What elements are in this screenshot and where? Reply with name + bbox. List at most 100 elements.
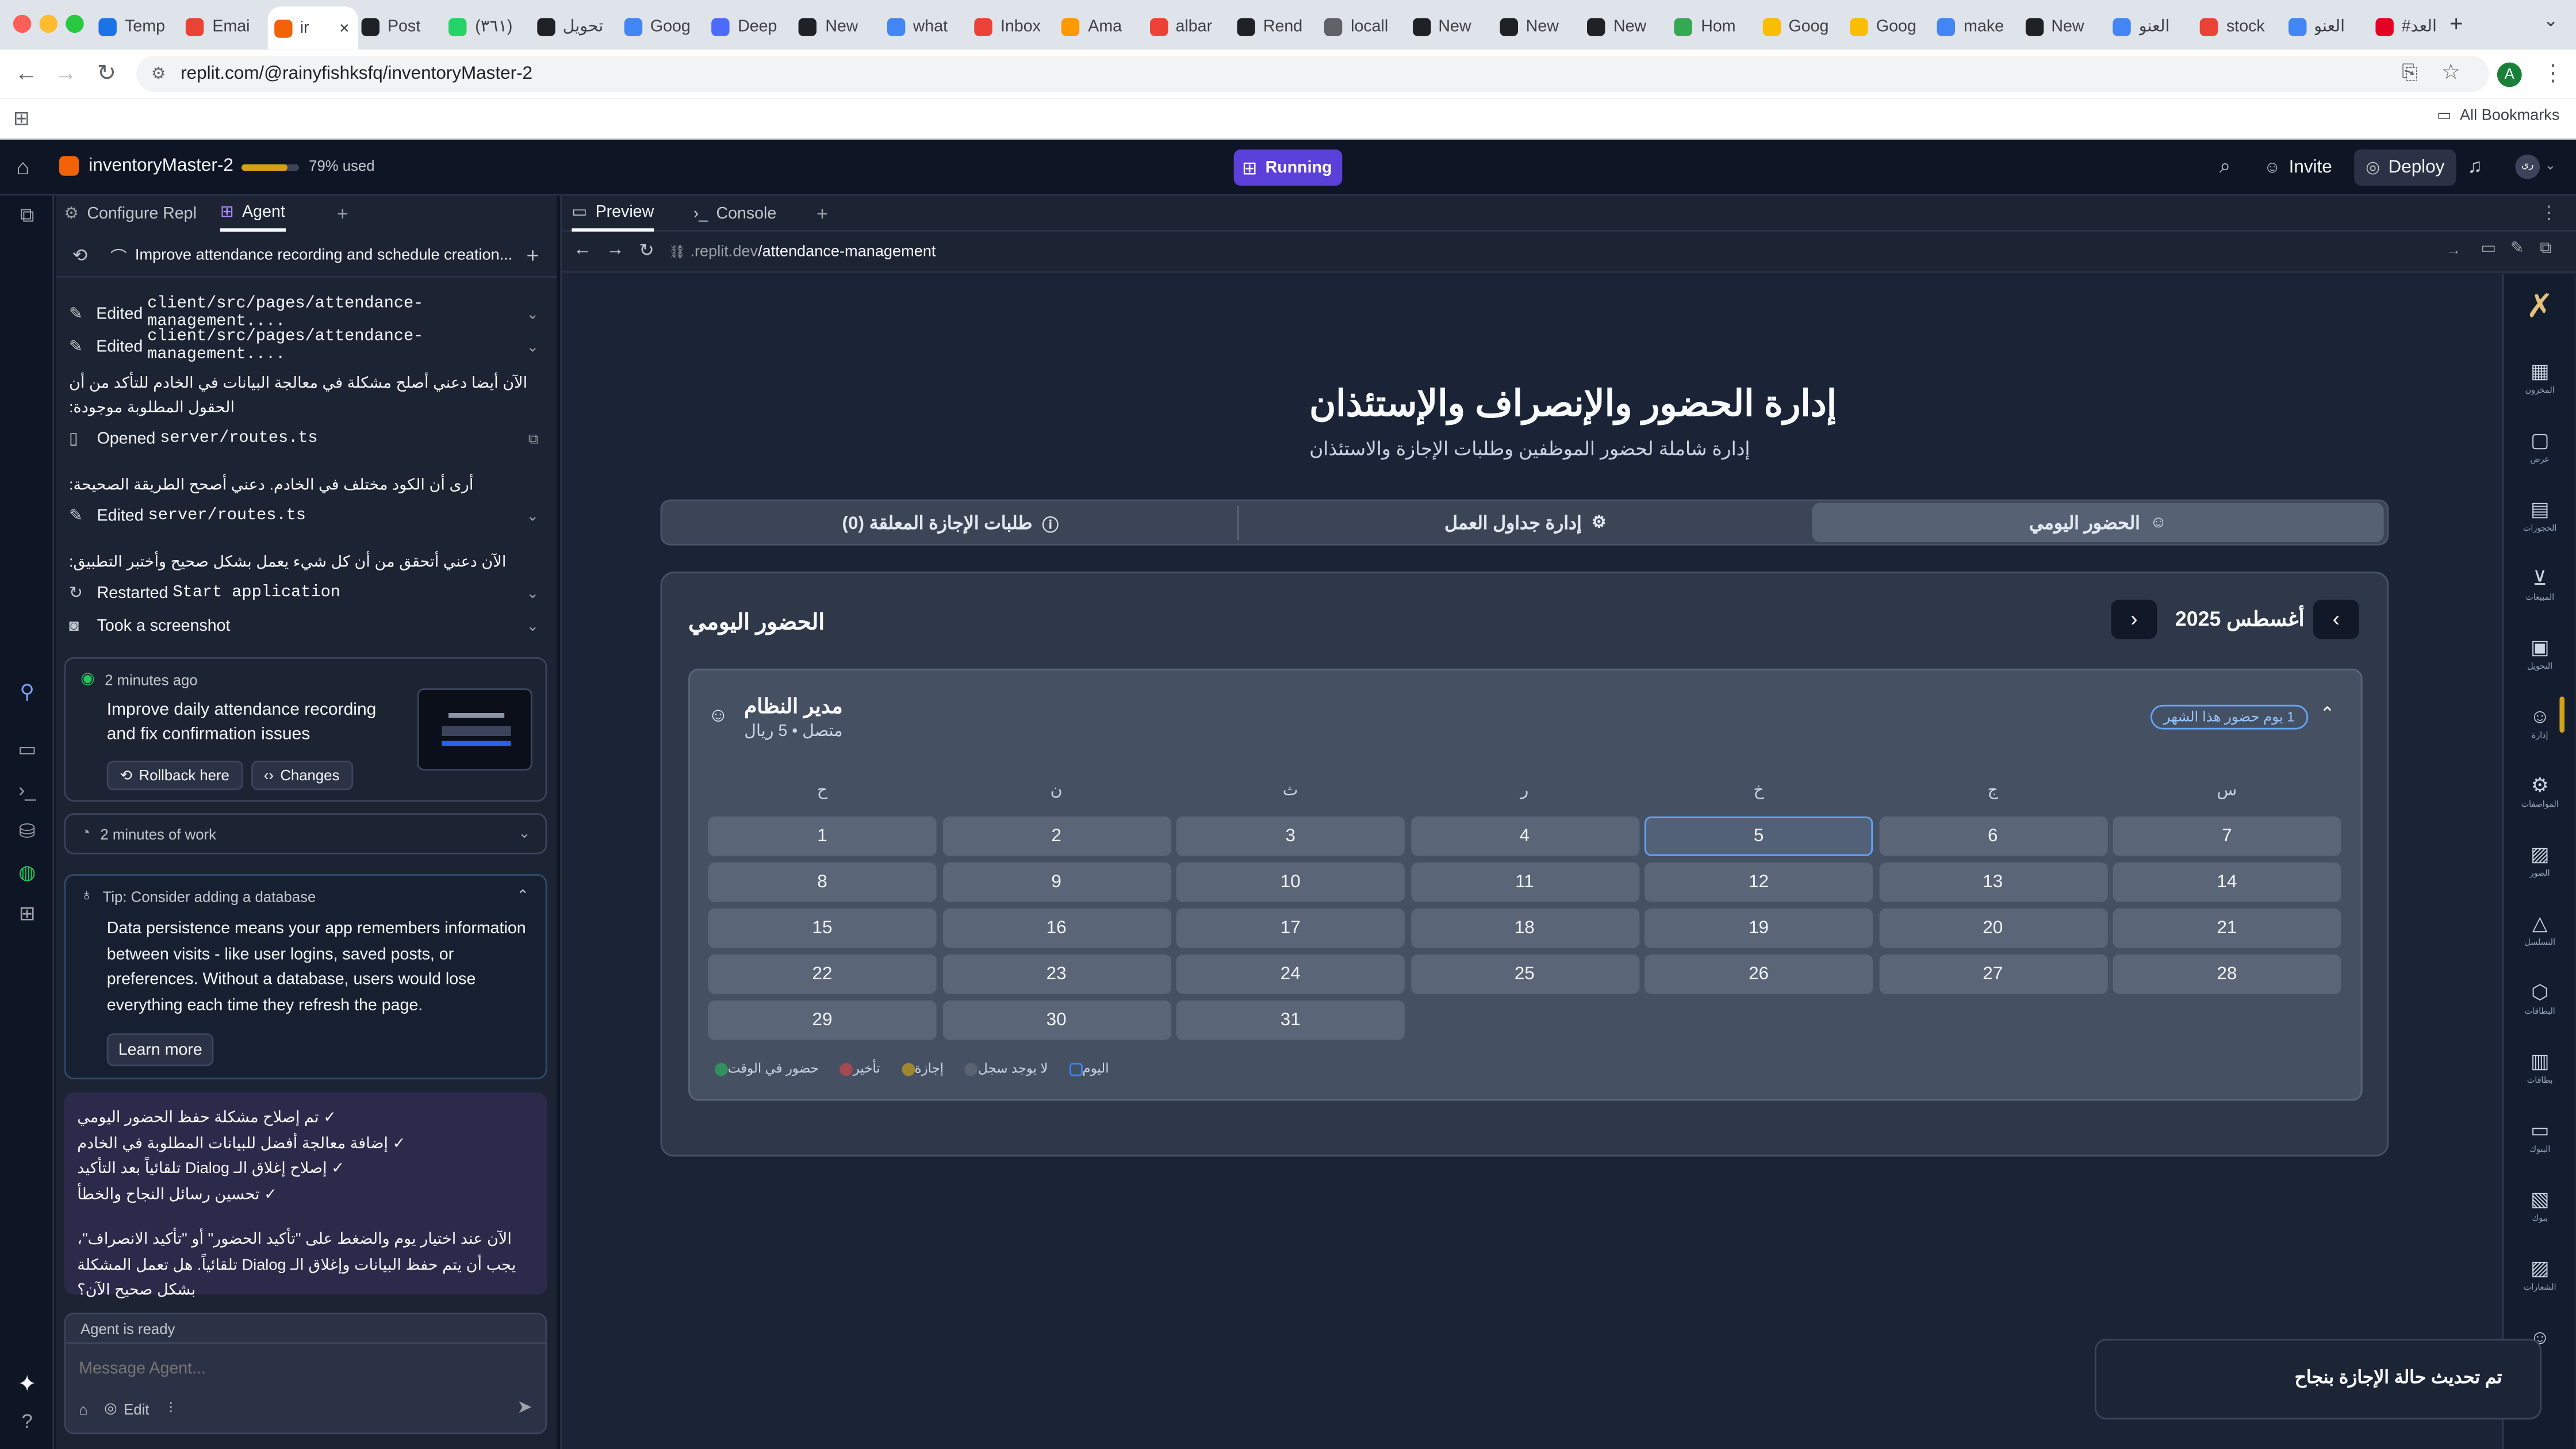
browser-tab[interactable]: Inbox — [968, 8, 1049, 44]
calendar-day[interactable]: 18 — [1410, 908, 1639, 948]
preview-address[interactable]: ⛓ .replit.dev/attendance-management — [669, 238, 2459, 266]
calendar-day[interactable]: 16 — [942, 908, 1171, 948]
sidebar-nav-item[interactable]: △ التسلسل — [2504, 912, 2574, 948]
browser-tab[interactable]: Deep — [705, 8, 786, 44]
app-logo[interactable]: ✗ — [2520, 288, 2560, 327]
calendar-day[interactable]: 17 — [1176, 908, 1405, 948]
reload-icon[interactable]: ↻ — [97, 59, 117, 87]
database-icon[interactable]: ⛁ — [15, 820, 40, 845]
previous-month-button[interactable]: ‹ — [2313, 599, 2359, 639]
add-tab-icon[interactable]: + — [816, 202, 828, 225]
search-icon[interactable]: ⌕ — [2220, 155, 2230, 179]
preview-icon[interactable]: ▭ — [15, 738, 40, 762]
browser-tab[interactable]: Goog — [1843, 8, 1925, 44]
calendar-day[interactable]: 26 — [1644, 954, 1873, 994]
log-open[interactable]: ▯ Opened server/routes.ts ⧉ — [69, 431, 546, 448]
profile-avatar[interactable]: A — [2497, 62, 2522, 87]
project-switcher[interactable]: inventoryMaster-2 — [59, 156, 233, 176]
address-bar[interactable]: ⚙ replit.com/@rainyfishksfq/inventoryMas… — [136, 56, 2489, 92]
maximize-window-button[interactable] — [66, 14, 84, 33]
log-edit-2[interactable]: ✎ Edited client/src/pages/attendance-man… — [69, 328, 546, 365]
learn-more-button[interactable]: Learn more — [106, 1033, 214, 1067]
calendar-day[interactable]: 5 — [1644, 816, 1873, 856]
chevron-up-icon[interactable]: ⌃ — [2320, 703, 2334, 724]
chevron-down-icon[interactable]: ⌄ — [527, 338, 539, 355]
browser-tab[interactable]: locall — [1318, 8, 1399, 44]
browser-tab[interactable]: تحويل — [530, 8, 611, 44]
edit-mode-button[interactable]: Edit — [124, 1401, 149, 1417]
tab-configure-repl[interactable]: ⚙ Configure Repl — [64, 195, 197, 232]
new-tool-icon[interactable]: ✦ — [15, 1371, 40, 1397]
calendar-day[interactable]: 24 — [1176, 954, 1405, 994]
sidebar-nav-item[interactable]: ▭ البنوك — [2504, 1119, 2574, 1155]
sidebar-nav-item[interactable]: ▣ التحويل — [2504, 636, 2574, 672]
tab-console[interactable]: ›_ Console — [693, 195, 777, 232]
browser-tab[interactable]: New — [1405, 8, 1486, 44]
browser-tab[interactable]: ir ✕ — [267, 6, 358, 49]
browser-tab[interactable]: Temp — [92, 8, 173, 44]
close-tab-icon[interactable]: ✕ — [339, 21, 350, 36]
bookmark-star-icon[interactable]: ☆ — [2441, 59, 2460, 86]
browser-tab[interactable]: New — [2018, 8, 2099, 44]
open-file-icon[interactable]: ⧉ — [528, 431, 539, 448]
browser-tab[interactable]: stock — [2194, 8, 2275, 44]
calendar-day[interactable]: 14 — [2113, 862, 2341, 902]
calendar-day[interactable]: 3 — [1176, 816, 1405, 856]
site-info-icon[interactable]: ⚙ — [151, 65, 166, 83]
browser-tab[interactable]: New — [1581, 8, 1662, 44]
calendar-day[interactable]: 15 — [708, 908, 937, 948]
sidebar-nav-item[interactable]: ☺ إدارة — [2504, 705, 2574, 741]
help-icon[interactable]: ? — [15, 1409, 40, 1434]
browser-tab[interactable]: albar — [1143, 8, 1224, 44]
devices-icon[interactable]: ▭ — [2481, 240, 2496, 258]
invite-button[interactable]: ☺ Invite — [2254, 150, 2342, 186]
calendar-day[interactable]: 20 — [1879, 908, 2107, 948]
log-restart[interactable]: ↻ Restarted Start application ⌄ — [69, 585, 546, 603]
all-tools-icon[interactable]: ⊞ — [15, 902, 40, 927]
tab-preview[interactable]: ▭ Preview — [572, 195, 654, 232]
checkpoint-thumbnail[interactable] — [417, 688, 532, 770]
chevron-up-icon[interactable]: ⌃ — [516, 887, 529, 905]
calendar-day[interactable]: 9 — [942, 862, 1171, 902]
calendar-day[interactable]: 2 — [942, 816, 1171, 856]
back-icon[interactable]: ← — [15, 59, 38, 86]
apps-grid-icon[interactable]: ⊞ — [13, 107, 30, 130]
run-button[interactable]: ⊞ Running — [1233, 150, 1343, 186]
browser-tab[interactable]: Ama — [1055, 8, 1136, 44]
agent-icon[interactable]: ⚲ — [15, 680, 40, 705]
calendar-day[interactable]: 31 — [1176, 1000, 1405, 1040]
changes-button[interactable]: ‹› Changes — [250, 760, 353, 791]
calendar-day[interactable]: 22 — [708, 954, 937, 994]
settings-sliders-icon[interactable]: ⫶ — [169, 1400, 172, 1417]
calendar-day[interactable]: 27 — [1879, 954, 2107, 994]
browser-tab[interactable]: make — [1931, 8, 2012, 44]
chevron-down-icon[interactable]: ⌄ — [527, 585, 539, 603]
browser-tab[interactable]: العنو — [2106, 8, 2187, 44]
devtools-icon[interactable]: ✎ — [2510, 240, 2524, 258]
tab-leave-requests[interactable]: طلبات الإجازة المعلقة (0) ⓘ — [665, 503, 1235, 542]
chevron-down-icon[interactable]: ⌄ — [527, 618, 539, 635]
log-edit-1[interactable]: ✎ Edited client/src/pages/attendance-man… — [69, 296, 546, 332]
log-screenshot[interactable]: ◙ Took a screenshot ⌄ — [69, 618, 546, 635]
sidebar-nav-item[interactable]: ▢ عرض — [2504, 429, 2574, 465]
agent-message-input[interactable] — [79, 1355, 523, 1382]
calendar-day[interactable]: 12 — [1644, 862, 1873, 902]
browser-tab[interactable]: Hom — [1668, 8, 1749, 44]
browser-tab[interactable]: #العد — [2368, 8, 2450, 44]
tab-agent[interactable]: ⊞ Agent — [220, 195, 285, 232]
sidebar-nav-item[interactable]: ▤ الحجوزات — [2504, 498, 2574, 534]
browser-tab[interactable]: (٣٦١) — [442, 8, 523, 44]
deploy-button[interactable]: ◎ Deploy — [2354, 150, 2456, 186]
sidebar-nav-item[interactable]: ▨ الشعارات — [2504, 1257, 2574, 1293]
back-icon[interactable]: ← — [573, 240, 591, 259]
calendar-day[interactable]: 8 — [708, 862, 937, 902]
rollback-button[interactable]: ⟲ Rollback here — [106, 760, 243, 791]
send-icon[interactable]: ➤ — [517, 1397, 532, 1417]
calendar-day[interactable]: 30 — [942, 1000, 1171, 1040]
tab-daily-attendance[interactable]: الحضور اليومي ☺ — [1812, 503, 2384, 542]
browser-tab[interactable]: Rend — [1230, 8, 1312, 44]
shell-icon[interactable]: ›_ — [15, 779, 40, 803]
history-icon[interactable]: ⟲ — [72, 245, 87, 266]
calendar-day[interactable]: 13 — [1879, 862, 2107, 902]
log-edit-3[interactable]: ✎ Edited server/routes.ts ⌄ — [69, 508, 546, 526]
